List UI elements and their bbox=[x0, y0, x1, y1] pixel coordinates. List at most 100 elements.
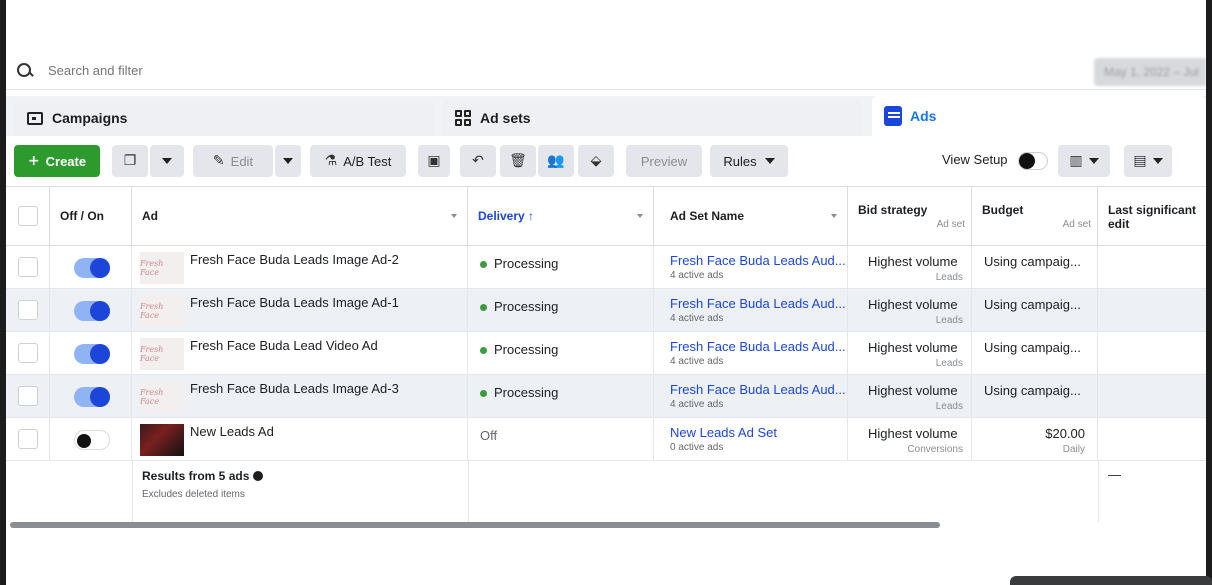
edit-button[interactable]: ✎ Edit bbox=[193, 145, 273, 177]
column-budget[interactable]: Budget Ad set bbox=[972, 187, 1098, 245]
info-icon[interactable] bbox=[253, 471, 264, 481]
ad-name[interactable]: Fresh Face Buda Leads Image Ad-1 bbox=[190, 295, 399, 310]
pencil-icon: ✎ bbox=[212, 153, 225, 169]
budget-value: Using campaig... bbox=[984, 254, 1081, 269]
delete-draft-button[interactable]: ▣ bbox=[418, 145, 450, 177]
search-input[interactable] bbox=[48, 63, 448, 78]
off-on-cell bbox=[50, 418, 132, 461]
tab-ads[interactable]: Ads bbox=[872, 96, 1206, 136]
column-bid-strategy[interactable]: Bid strategy Ad set bbox=[848, 187, 972, 245]
table-row[interactable]: Fresh Face Fresh Face Buda Leads Image A… bbox=[6, 246, 1206, 289]
chevron-down-icon bbox=[1152, 158, 1163, 164]
ad-cell: Fresh Face Fresh Face Buda Leads Image A… bbox=[132, 246, 468, 289]
column-last-significant-edit[interactable]: Last significant edit bbox=[1098, 187, 1206, 245]
status-dot-icon bbox=[480, 347, 487, 354]
breakdown-icon: ▤ bbox=[1133, 153, 1147, 169]
delivery-cell: Off bbox=[468, 418, 654, 461]
row-checkbox[interactable] bbox=[18, 257, 38, 277]
preview-button[interactable]: Preview bbox=[626, 145, 702, 177]
row-checkbox[interactable] bbox=[18, 386, 38, 406]
tab-label: Ads bbox=[910, 108, 937, 124]
row-checkbox[interactable] bbox=[18, 300, 38, 320]
ad-toggle[interactable] bbox=[74, 301, 110, 321]
breakdown-button[interactable]: ▤ bbox=[1124, 145, 1172, 177]
row-checkbox[interactable] bbox=[18, 343, 38, 363]
ad-name[interactable]: New Leads Ad bbox=[190, 424, 274, 439]
bid-strategy-value: Highest volume bbox=[868, 383, 958, 398]
column-ad[interactable]: Ad bbox=[132, 187, 468, 245]
ad-toggle[interactable] bbox=[74, 258, 110, 278]
row-select-cell bbox=[6, 332, 50, 375]
bottom-bar bbox=[1010, 576, 1212, 585]
results-title: Results from 5 ads bbox=[142, 469, 264, 483]
row-checkbox[interactable] bbox=[18, 429, 38, 449]
status-dot-icon bbox=[480, 304, 487, 311]
duplicate-menu-button[interactable] bbox=[150, 145, 184, 177]
horizontal-scrollbar[interactable] bbox=[10, 522, 940, 528]
tag-button[interactable]: ⬙ bbox=[578, 145, 614, 177]
ads-table: Off / On Ad Delivery ↑ Ad Set Name Bid s… bbox=[6, 186, 1206, 522]
delete-button[interactable]: 🗑 bbox=[500, 145, 536, 177]
columns-button[interactable]: ▥ bbox=[1058, 145, 1110, 177]
sort-icon bbox=[451, 214, 457, 218]
delivery-status: Processing bbox=[494, 342, 559, 357]
ad-set-link[interactable]: Fresh Face Buda Leads Aud... bbox=[670, 382, 846, 397]
ad-thumbnail: Fresh Face bbox=[140, 295, 184, 327]
ad-toggle[interactable] bbox=[74, 387, 110, 407]
ad-name[interactable]: Fresh Face Buda Lead Video Ad bbox=[190, 338, 378, 353]
bid-strategy-value: Highest volume bbox=[868, 254, 958, 269]
ad-set-link[interactable]: New Leads Ad Set bbox=[670, 425, 777, 440]
bid-strategy-value: Highest volume bbox=[868, 340, 958, 355]
audience-button[interactable]: 👥 bbox=[538, 145, 574, 177]
last-edit-cell bbox=[1098, 418, 1206, 461]
sort-icon bbox=[637, 214, 643, 218]
undo-button[interactable]: ↶ bbox=[460, 145, 496, 177]
status-dot-icon bbox=[480, 261, 487, 268]
row-select-cell bbox=[6, 418, 50, 461]
search-icon[interactable] bbox=[16, 62, 34, 80]
results-subtitle: Excludes deleted items bbox=[142, 489, 245, 500]
delivery-status: Processing bbox=[494, 385, 559, 400]
people-icon: 👥 bbox=[547, 153, 565, 169]
ad-thumbnail: Fresh Face bbox=[140, 252, 184, 284]
tab-ad-sets[interactable]: Ad sets bbox=[442, 100, 862, 136]
bid-strategy-cell: Highest volume Leads bbox=[848, 289, 972, 332]
row-select-cell bbox=[6, 246, 50, 289]
delivery-cell: Processing bbox=[468, 246, 654, 289]
ad-thumbnail bbox=[140, 424, 184, 456]
select-all-checkbox[interactable] bbox=[18, 206, 38, 226]
duplicate-button[interactable]: ❐ bbox=[112, 145, 148, 177]
table-row[interactable]: Fresh Face Fresh Face Buda Leads Image A… bbox=[6, 289, 1206, 332]
ad-set-cell: Fresh Face Buda Leads Aud... 4 active ad… bbox=[654, 375, 848, 418]
clipboard-icon: ▣ bbox=[427, 153, 441, 169]
budget-cell: Using campaig... bbox=[972, 246, 1098, 289]
ad-toggle[interactable] bbox=[74, 344, 110, 364]
table-row[interactable]: New Leads Ad Off New Leads Ad Set 0 acti… bbox=[6, 418, 1206, 461]
column-ad-set-name[interactable]: Ad Set Name bbox=[654, 187, 848, 245]
create-button[interactable]: + Create bbox=[14, 145, 100, 177]
table-row[interactable]: Fresh Face Fresh Face Buda Lead Video Ad… bbox=[6, 332, 1206, 375]
ad-set-active-count: 4 active ads bbox=[670, 270, 724, 281]
edit-menu-button[interactable] bbox=[275, 145, 301, 177]
ad-set-link[interactable]: Fresh Face Buda Leads Aud... bbox=[670, 296, 846, 311]
off-on-cell bbox=[50, 332, 132, 375]
ad-name[interactable]: Fresh Face Buda Leads Image Ad-3 bbox=[190, 381, 399, 396]
ad-set-link[interactable]: Fresh Face Buda Leads Aud... bbox=[670, 339, 846, 354]
column-delivery[interactable]: Delivery ↑ bbox=[468, 187, 654, 245]
ad-set-link[interactable]: Fresh Face Buda Leads Aud... bbox=[670, 253, 846, 268]
ad-name[interactable]: Fresh Face Buda Leads Image Ad-2 bbox=[190, 252, 399, 267]
ad-toggle[interactable] bbox=[74, 430, 110, 450]
table-row[interactable]: Fresh Face Fresh Face Buda Leads Image A… bbox=[6, 375, 1206, 418]
columns-icon: ▥ bbox=[1069, 153, 1083, 169]
view-setup-toggle[interactable] bbox=[1018, 152, 1048, 170]
ab-test-button[interactable]: ⚗ A/B Test bbox=[310, 145, 406, 177]
date-range-picker[interactable]: May 1, 2022 – Jul bbox=[1094, 58, 1206, 86]
ad-cell: Fresh Face Fresh Face Buda Leads Image A… bbox=[132, 375, 468, 418]
duplicate-icon: ❐ bbox=[123, 153, 137, 169]
select-all-cell bbox=[6, 187, 50, 245]
sort-icon bbox=[831, 214, 837, 218]
rules-button[interactable]: Rules bbox=[710, 145, 788, 177]
ad-thumbnail: Fresh Face bbox=[140, 381, 184, 413]
tab-campaigns[interactable]: Campaigns bbox=[14, 100, 434, 136]
column-off-on[interactable]: Off / On bbox=[50, 187, 132, 245]
